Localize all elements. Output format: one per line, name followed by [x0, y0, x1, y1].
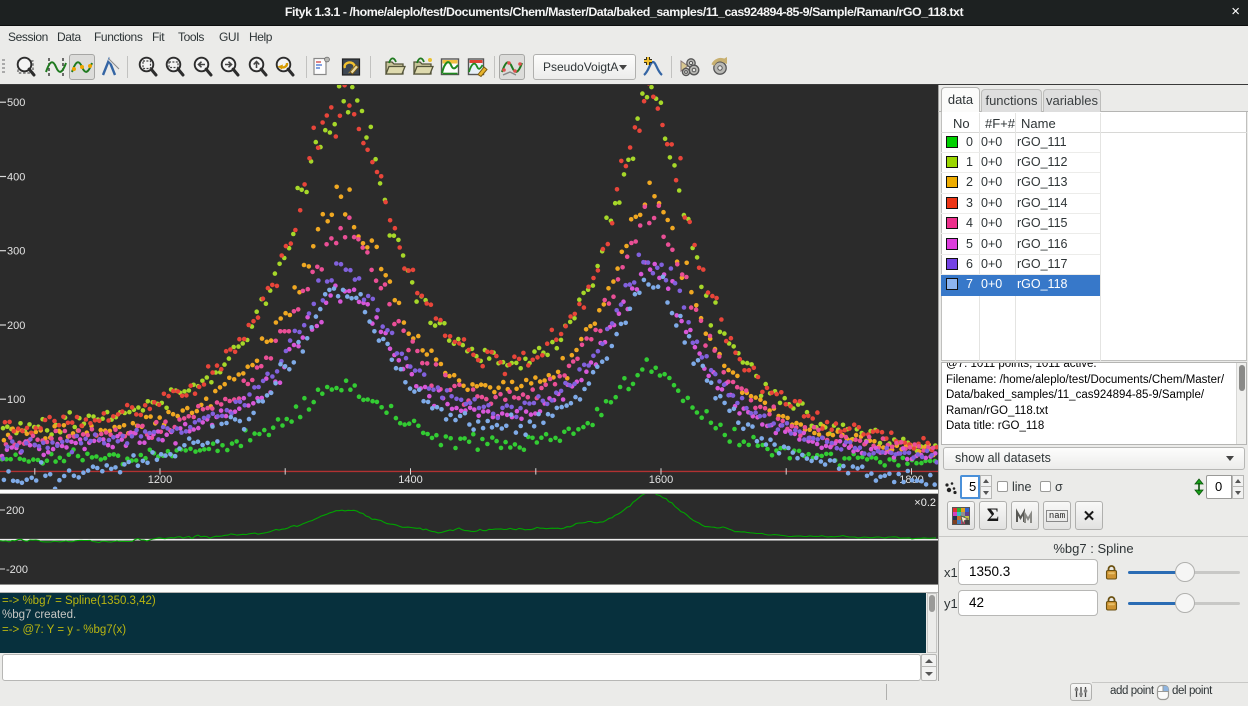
svg-text:200: 200	[7, 320, 25, 332]
svg-text:100: 100	[7, 394, 25, 406]
svg-text:1400: 1400	[398, 474, 422, 486]
svg-text:400: 400	[7, 171, 25, 183]
svg-text:1600: 1600	[649, 474, 673, 486]
svg-text:300: 300	[7, 246, 25, 258]
svg-text:200: 200	[6, 505, 24, 517]
svg-text:×0.2: ×0.2	[914, 497, 936, 509]
svg-text:-200: -200	[6, 564, 28, 576]
svg-text:1200: 1200	[148, 474, 172, 486]
svg-text:500: 500	[7, 97, 25, 109]
